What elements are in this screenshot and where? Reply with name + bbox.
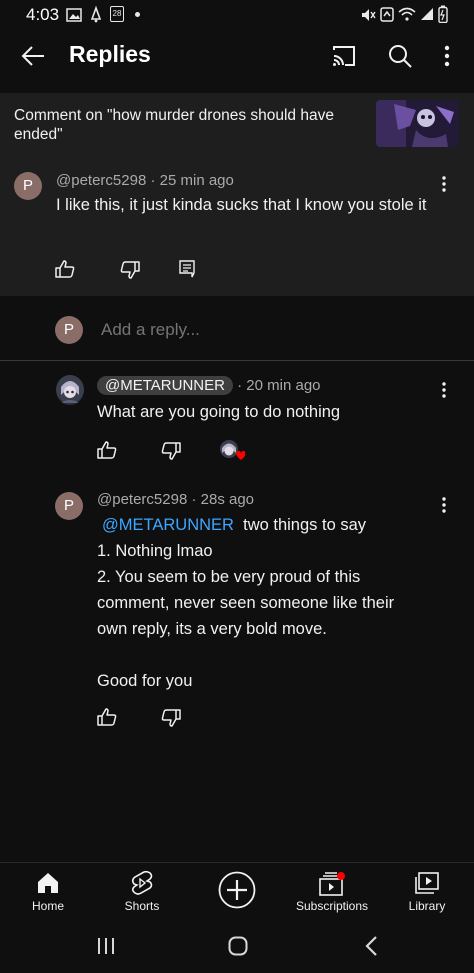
reply-time: 28s ago — [200, 491, 255, 508]
create-button[interactable] — [218, 871, 256, 909]
video-thumbnail[interactable] — [376, 100, 459, 147]
creator-chip[interactable]: @METARUNNER — [97, 376, 233, 395]
back-arrow-icon[interactable] — [20, 43, 46, 69]
reply-line: @METARUNNER two things to say — [97, 512, 447, 538]
like-icon[interactable] — [97, 441, 117, 459]
meta-separator: · — [237, 377, 243, 394]
recent-apps-icon[interactable] — [96, 937, 116, 955]
library-icon — [415, 872, 439, 894]
calendar-icon: 28 — [110, 6, 124, 22]
nav-subscriptions[interactable]: Subscriptions — [292, 870, 372, 918]
reply-meta: @METARUNNER · 20 min ago — [97, 376, 321, 395]
cast-icon[interactable] — [331, 44, 357, 68]
reply-icon[interactable] — [179, 260, 195, 278]
reply-author[interactable]: @peterc5298 — [97, 491, 187, 508]
avatar[interactable]: P — [14, 172, 42, 200]
alarm-icon — [380, 6, 394, 22]
creator-heart-icon — [219, 439, 245, 463]
status-time: 4:03 — [26, 5, 60, 24]
comment-meta: @peterc5298 · 25 min ago — [56, 172, 234, 189]
nav-library[interactable]: Library — [397, 870, 457, 918]
context-text: Comment on "how murder drones should hav… — [14, 107, 334, 143]
dislike-icon[interactable] — [120, 261, 140, 279]
avatar[interactable] — [56, 375, 84, 405]
battery-icon — [438, 5, 448, 23]
like-icon[interactable] — [55, 260, 75, 278]
nav-label: Shorts — [124, 899, 160, 913]
mute-icon — [360, 7, 376, 23]
add-reply-input[interactable] — [101, 318, 421, 342]
dot-icon — [135, 12, 140, 17]
comment-author[interactable]: @peterc5298 — [56, 172, 146, 189]
meta-separator: · — [191, 491, 197, 508]
reply-menu-icon[interactable] — [441, 382, 447, 398]
mention-link[interactable]: @METARUNNER — [102, 516, 234, 534]
reply-line: own reply, its a very bold move. — [97, 620, 327, 638]
like-icon[interactable] — [97, 708, 117, 726]
reply-line: 1. Nothing lmao — [97, 542, 213, 560]
notification-icon — [88, 5, 104, 23]
nav-shorts[interactable]: Shorts — [112, 870, 172, 918]
reply-line-blank — [97, 642, 447, 668]
reply-line: Good for you — [97, 672, 193, 690]
search-icon[interactable] — [387, 43, 413, 69]
divider — [0, 360, 474, 361]
page-title: Replies — [69, 41, 151, 67]
reply-meta: @peterc5298 · 28s ago — [97, 491, 254, 508]
dislike-icon[interactable] — [161, 709, 181, 727]
signal-icon — [420, 7, 434, 21]
nav-label: Library — [408, 899, 446, 913]
status-bar: 4:03 28 — [0, 0, 474, 30]
more-options-icon[interactable] — [443, 44, 451, 68]
reply-text: What are you going to do nothing — [97, 403, 341, 421]
subscriptions-icon — [319, 872, 345, 896]
reply-menu-icon[interactable] — [441, 497, 447, 513]
reply-line-text: two things to say — [243, 516, 367, 534]
reply-text: @METARUNNER two things to say 1. Nothing… — [97, 512, 447, 694]
avatar: P — [55, 316, 83, 344]
home-nav-icon[interactable] — [228, 936, 248, 956]
avatar[interactable]: P — [55, 492, 83, 520]
gallery-icon — [66, 8, 82, 22]
comment-text: I like this, it just kinda sucks that I … — [56, 196, 427, 214]
nav-label: Home — [31, 899, 64, 913]
nav-home[interactable]: Home — [18, 870, 78, 918]
home-icon — [36, 872, 60, 894]
back-nav-icon[interactable] — [364, 936, 378, 956]
reply-time: 20 min ago — [246, 377, 321, 394]
comment-time: 25 min ago — [159, 172, 234, 189]
reply-line: comment, never seen someone like their — [97, 594, 395, 612]
meta-separator: · — [150, 172, 156, 189]
reply-line: 2. You seem to be very proud of this — [97, 568, 361, 586]
dislike-icon[interactable] — [161, 442, 181, 460]
wifi-icon — [398, 6, 416, 22]
comment-menu-icon[interactable] — [441, 176, 447, 192]
shorts-icon — [130, 870, 154, 896]
nav-label: Subscriptions — [295, 899, 369, 913]
